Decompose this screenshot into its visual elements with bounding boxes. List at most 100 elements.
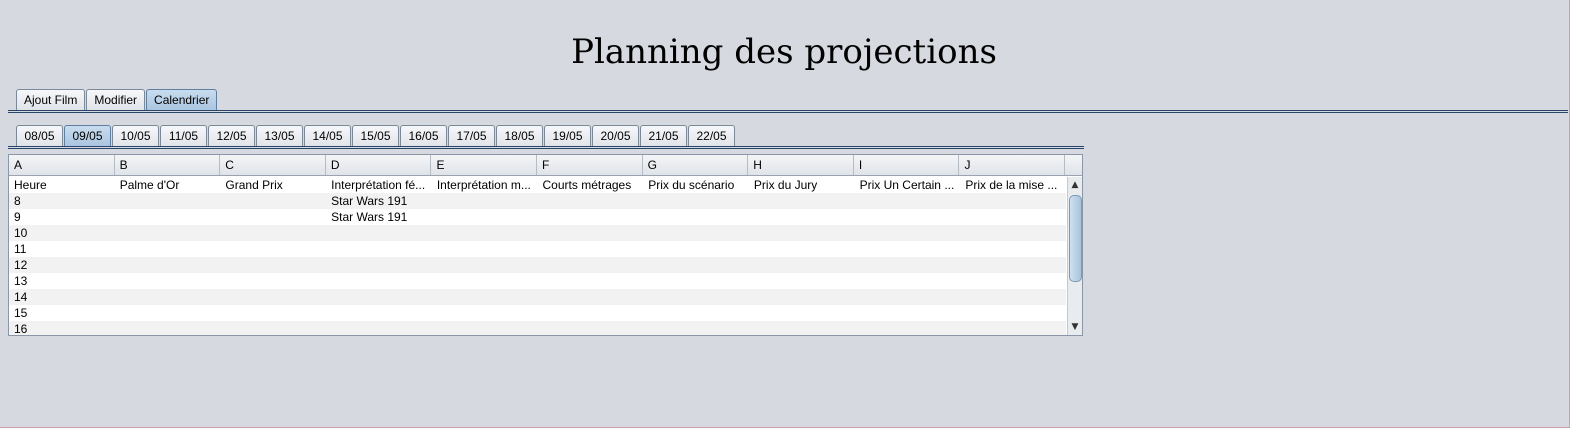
table-cell[interactable] (960, 241, 1066, 257)
table-cell[interactable] (220, 305, 326, 321)
tab-date-19-05[interactable]: 19/05 (544, 125, 591, 147)
table-cell[interactable] (643, 273, 749, 289)
table-cell[interactable] (326, 225, 432, 241)
table-cell[interactable] (749, 305, 855, 321)
tab-date-09-05[interactable]: 09/05 (64, 125, 111, 147)
tab-date-16-05[interactable]: 16/05 (400, 125, 447, 147)
column-header-g[interactable]: G (643, 155, 749, 175)
table-cell[interactable] (643, 209, 749, 225)
table-cell[interactable]: 9 (9, 209, 115, 225)
column-header-a[interactable]: A (9, 155, 115, 175)
table-row[interactable]: 15 (9, 305, 1066, 321)
tab-date-21-05[interactable]: 21/05 (640, 125, 687, 147)
column-header-f[interactable]: F (537, 155, 643, 175)
table-cell[interactable] (960, 193, 1066, 209)
table-cell[interactable]: Courts métrages (538, 177, 644, 193)
table-cell[interactable]: Star Wars 191 (326, 193, 432, 209)
table-cell[interactable] (538, 273, 644, 289)
table-cell[interactable] (326, 273, 432, 289)
table-cell[interactable] (960, 257, 1066, 273)
table-cell[interactable] (855, 257, 961, 273)
table-cell[interactable] (432, 273, 538, 289)
table-cell[interactable] (960, 321, 1066, 335)
table-row[interactable]: 8 Star Wars 191 (9, 193, 1066, 209)
table-cell[interactable] (538, 241, 644, 257)
table-cell[interactable]: 16 (9, 321, 115, 335)
table-cell[interactable] (220, 321, 326, 335)
table-cell[interactable] (960, 305, 1066, 321)
table-cell[interactable] (749, 273, 855, 289)
table-cell[interactable] (432, 257, 538, 273)
table-cell[interactable] (326, 321, 432, 335)
table-row[interactable]: 10 (9, 225, 1066, 241)
table-cell[interactable] (855, 241, 961, 257)
table-cell[interactable] (432, 321, 538, 335)
table-cell[interactable]: Interprétation m... (432, 177, 538, 193)
table-cell[interactable] (115, 225, 221, 241)
table-cell[interactable] (220, 289, 326, 305)
table-cell[interactable] (855, 305, 961, 321)
scroll-up-arrow-icon[interactable]: ▲ (1068, 178, 1082, 192)
tab-date-08-05[interactable]: 08/05 (16, 125, 63, 147)
table-cell[interactable] (643, 305, 749, 321)
tab-date-11-05[interactable]: 11/05 (160, 125, 207, 147)
column-header-d[interactable]: D (326, 155, 432, 175)
table-row[interactable]: 12 (9, 257, 1066, 273)
table-cell[interactable] (115, 273, 221, 289)
table-cell[interactable] (220, 193, 326, 209)
table-cell[interactable] (538, 225, 644, 241)
table-cell[interactable] (220, 241, 326, 257)
table-cell[interactable] (326, 241, 432, 257)
table-cell[interactable] (643, 289, 749, 305)
table-cell[interactable] (220, 257, 326, 273)
table-cell[interactable] (749, 289, 855, 305)
table-cell[interactable] (115, 305, 221, 321)
tab-date-12-05[interactable]: 12/05 (208, 125, 255, 147)
table-cell[interactable] (220, 209, 326, 225)
table-cell[interactable] (538, 193, 644, 209)
column-header-c[interactable]: C (220, 155, 326, 175)
table-cell[interactable] (115, 209, 221, 225)
table-row[interactable]: 14 (9, 289, 1066, 305)
column-header-b[interactable]: B (115, 155, 221, 175)
table-cell[interactable] (326, 305, 432, 321)
column-header-e[interactable]: E (431, 155, 538, 175)
table-cell[interactable]: 10 (9, 225, 115, 241)
table-cell[interactable] (115, 241, 221, 257)
table-cell[interactable]: Prix du Jury (749, 177, 855, 193)
table-cell[interactable]: 13 (9, 273, 115, 289)
table-cell[interactable] (749, 209, 855, 225)
table-cell[interactable] (538, 257, 644, 273)
tab-date-14-05[interactable]: 14/05 (304, 125, 351, 147)
table-cell[interactable] (115, 257, 221, 273)
table-cell[interactable] (326, 257, 432, 273)
table-cell[interactable]: Prix de la mise ... (960, 177, 1066, 193)
table-cell[interactable] (538, 289, 644, 305)
tab-date-17-05[interactable]: 17/05 (448, 125, 495, 147)
table-row[interactable]: 16 (9, 321, 1066, 335)
table-cell[interactable] (643, 225, 749, 241)
table-cell[interactable]: Star Wars 191 (326, 209, 432, 225)
table-cell[interactable] (643, 241, 749, 257)
tab-date-13-05[interactable]: 13/05 (256, 125, 303, 147)
tab-date-18-05[interactable]: 18/05 (496, 125, 543, 147)
table-cell[interactable] (432, 225, 538, 241)
scroll-thumb[interactable] (1069, 195, 1082, 282)
table-row[interactable]: Heure Palme d'Or Grand Prix Interprétation … (9, 177, 1066, 193)
table-cell[interactable] (115, 321, 221, 335)
table-cell[interactable] (749, 193, 855, 209)
tab-date-22-05[interactable]: 22/05 (688, 125, 735, 147)
table-cell[interactable]: 8 (9, 193, 115, 209)
table-cell[interactable] (432, 289, 538, 305)
tab-calendrier[interactable]: Calendrier (146, 89, 218, 111)
table-cell[interactable] (432, 193, 538, 209)
table-cell[interactable] (326, 289, 432, 305)
table-cell[interactable]: Heure (9, 177, 115, 193)
column-header-h[interactable]: H (748, 155, 854, 175)
table-cell[interactable] (749, 257, 855, 273)
table-cell[interactable]: Prix Un Certain ... (855, 177, 961, 193)
table-cell[interactable] (749, 321, 855, 335)
table-cell[interactable]: Interprétation fé... (326, 177, 432, 193)
table-cell[interactable] (220, 273, 326, 289)
table-cell[interactable] (749, 225, 855, 241)
